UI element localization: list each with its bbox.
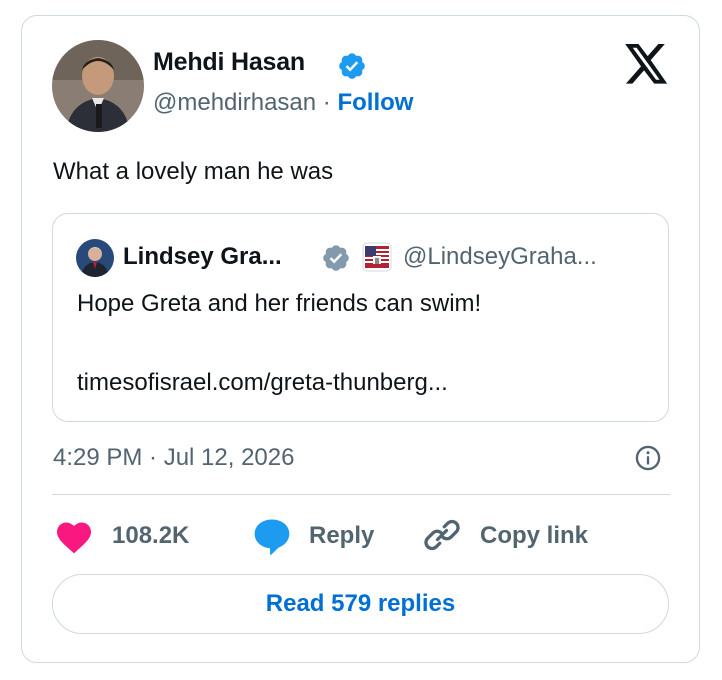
quoted-author-handle: @LindseyGraha... (403, 243, 597, 270)
like-count[interactable]: 108.2K (112, 522, 189, 550)
tweet-text: What a lovely man he was (53, 158, 334, 185)
quoted-tweet-link[interactable]: timesofisrael.com/greta-thunberg... (77, 369, 448, 397)
quoted-tweet-text: Hope Greta and her friends can swim! (77, 290, 482, 317)
x-logo-icon[interactable] (625, 44, 669, 84)
author-avatar[interactable] (52, 40, 144, 132)
info-icon[interactable] (634, 444, 662, 472)
divider (52, 494, 670, 495)
verified-badge-icon (337, 51, 367, 81)
copy-link-button[interactable]: Copy link (480, 522, 588, 550)
verified-badge-icon (321, 243, 351, 273)
link-icon[interactable] (424, 517, 460, 553)
separator: · (316, 89, 338, 116)
reply-button[interactable]: Reply (309, 522, 374, 550)
quoted-author-avatar (76, 239, 114, 277)
quoted-author-name: Lindsey Gra... (123, 243, 282, 270)
read-replies-button[interactable]: Read 579 replies (52, 574, 669, 634)
heart-icon[interactable] (55, 520, 93, 554)
reply-bubble-icon[interactable] (252, 517, 292, 555)
flag-icon (362, 242, 392, 272)
author-handle-row: @mehdirhasan · Follow (153, 89, 413, 117)
follow-button[interactable]: Follow (337, 89, 413, 116)
tweet-timestamp[interactable]: 4:29 PM · Jul 12, 2026 (53, 444, 294, 472)
author-name[interactable]: Mehdi Hasan (153, 48, 305, 77)
author-handle[interactable]: @mehdirhasan (153, 89, 316, 116)
